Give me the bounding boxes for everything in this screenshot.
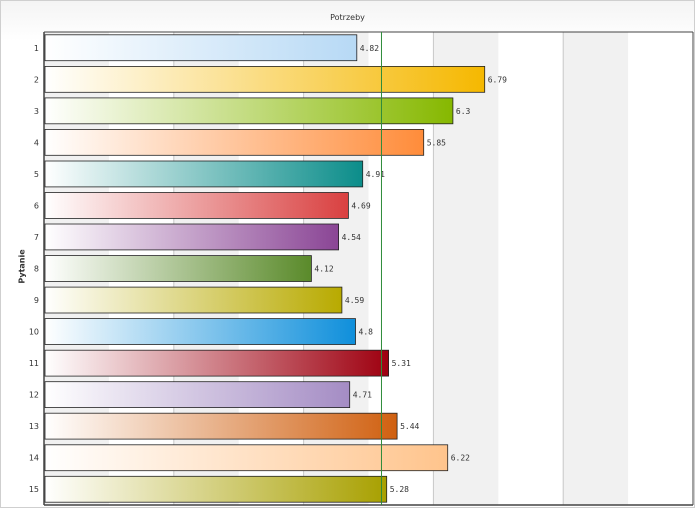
- tick-label-13: 13: [29, 422, 39, 431]
- plot-band: [563, 32, 629, 505]
- bar-5: [44, 160, 364, 188]
- tick-label-8: 8: [34, 265, 39, 274]
- bar-chart: 4.82 1 6.79 2 6.3 3 5.85 4 4.91 5 4.69 6 4.54 7 4.12 8 4…: [29, 31, 694, 506]
- tick-label-9: 9: [34, 296, 39, 305]
- tick-label-15: 15: [29, 485, 39, 494]
- data-label-1: 4.82: [360, 44, 379, 53]
- tick-label-4: 4: [34, 138, 39, 147]
- bar-15: [44, 475, 388, 503]
- bar-11: [44, 349, 390, 377]
- tick-label-1: 1: [34, 44, 39, 53]
- data-label-13: 5.44: [400, 422, 419, 431]
- bar-14: [44, 444, 449, 472]
- tick-label-5: 5: [34, 170, 39, 179]
- bar-6: [44, 192, 349, 219]
- tick-label-2: 2: [34, 75, 39, 84]
- data-label-12: 4.71: [353, 391, 372, 400]
- data-label-10: 4.8: [359, 328, 374, 337]
- tick-label-10: 10: [29, 328, 39, 337]
- bar-8: [44, 255, 312, 282]
- data-label-11: 5.31: [392, 359, 411, 368]
- data-label-14: 6.22: [451, 454, 470, 463]
- tick-label-14: 14: [29, 454, 39, 463]
- data-label-3: 6.3: [456, 107, 471, 116]
- data-label-7: 4.54: [342, 233, 361, 242]
- bar-13: [44, 412, 398, 440]
- bar-2: [44, 66, 486, 93]
- tick-label-12: 12: [29, 391, 39, 400]
- bar-12: [44, 381, 351, 409]
- bar-4: [44, 128, 425, 156]
- bar-1: [44, 34, 358, 62]
- data-label-4: 5.85: [427, 138, 446, 147]
- tick-label-3: 3: [34, 107, 39, 116]
- data-label-8: 4.12: [314, 265, 333, 274]
- tick-label-7: 7: [34, 233, 39, 242]
- bar-9: [44, 286, 343, 314]
- data-label-15: 5.28: [390, 485, 409, 494]
- bar-3: [44, 97, 454, 125]
- tick-label-6: 6: [34, 201, 39, 210]
- data-label-5: 4.91: [366, 170, 385, 179]
- data-label-9: 4.59: [345, 296, 364, 305]
- tick-label-11: 11: [29, 359, 39, 368]
- bar-10: [44, 318, 356, 345]
- data-label-2: 6.79: [488, 75, 507, 84]
- bar-7: [44, 223, 340, 251]
- data-label-6: 4.69: [351, 201, 370, 210]
